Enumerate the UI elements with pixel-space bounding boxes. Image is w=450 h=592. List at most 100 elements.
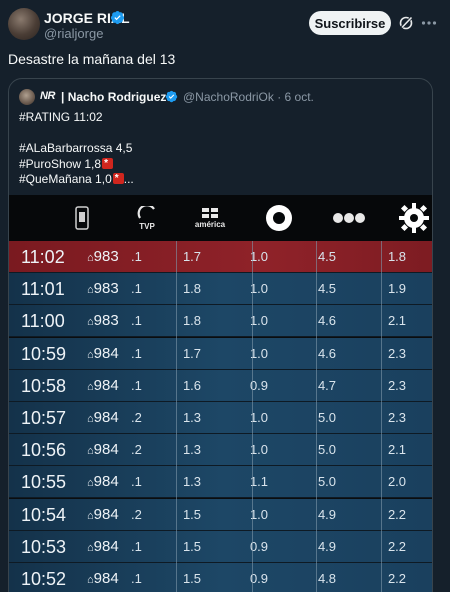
row-rating-c2: 1.3 bbox=[182, 474, 202, 490]
row-rating-c3: 0.9 bbox=[249, 571, 269, 586]
quote-line-text: #PuroShow 1,8 bbox=[19, 156, 102, 171]
subscribe-button[interactable]: Suscribirse bbox=[309, 11, 391, 35]
rating-row: 10:52 ⌂984 .1 1.5 0.9 4.8 2.2 bbox=[9, 563, 432, 592]
row-rating-c2: 1.7 bbox=[182, 249, 202, 264]
column-divider bbox=[316, 241, 317, 592]
tv-rating-photo[interactable]: TVP américa 11:02 ⌂983.1 1.7 1.0 4.5 1.8 11:01… bbox=[9, 195, 432, 592]
households-value: 984 bbox=[93, 441, 119, 459]
households-value: 983 bbox=[93, 280, 119, 298]
row-rating-c5: 1.9 bbox=[387, 281, 407, 297]
households-value: 984 bbox=[93, 409, 119, 426]
column-divider bbox=[252, 241, 253, 592]
row-rating-c4: 4.7 bbox=[317, 377, 337, 393]
grok-icon[interactable] bbox=[398, 15, 414, 31]
rating-row: 10:57 ⌂984 .2 1.3 1.0 5.0 2.3 bbox=[9, 402, 432, 434]
row-time: 10:53 bbox=[21, 536, 67, 557]
row-rating-c1: .1 bbox=[131, 571, 142, 586]
quote-author-name: | Nacho Rodriguez bbox=[61, 90, 167, 104]
row-rating-c3: 1.0 bbox=[249, 345, 269, 361]
row-rating-c4: 4.9 bbox=[317, 538, 337, 554]
rating-row: 11:01 ⌂983 .1 1.8 1.0 4.5 1.9 bbox=[9, 273, 432, 306]
row-rating-c5: 2.0 bbox=[387, 474, 407, 490]
row-time: 11:01 bbox=[21, 279, 65, 300]
row-households: ⌂984 bbox=[87, 338, 119, 370]
quote-line-blank bbox=[19, 126, 134, 142]
row-households: ⌂984 bbox=[87, 531, 119, 563]
author-avatar[interactable] bbox=[8, 8, 40, 40]
row-rating-c2: 1.7 bbox=[182, 345, 202, 361]
row-rating-c5: 2.2 bbox=[387, 506, 407, 522]
row-rating-c4: 5.0 bbox=[317, 442, 337, 458]
row-rating-c5: 2.1 bbox=[387, 313, 407, 329]
row-rating-c1: .1 bbox=[131, 474, 142, 490]
row-households: ⌂984 bbox=[87, 499, 119, 531]
column-divider bbox=[176, 241, 177, 592]
tweet-header: JORGE RIAL @rialjorge Suscribirse bbox=[0, 0, 450, 48]
row-rating-c5: 2.3 bbox=[387, 410, 407, 425]
siren-emoji-icon bbox=[112, 171, 124, 187]
row-rating-c2: 1.5 bbox=[182, 506, 202, 522]
siren-emoji-icon bbox=[102, 156, 114, 171]
row-rating-c4: 4.8 bbox=[317, 571, 337, 586]
households-value: 984 bbox=[93, 376, 119, 394]
row-rating-c1: .1 bbox=[131, 249, 142, 264]
row-rating-c1: .1 bbox=[131, 313, 142, 329]
row-rating-c5: 2.2 bbox=[387, 538, 407, 554]
row-rating-c2: 1.5 bbox=[182, 571, 202, 586]
channel-logo-bar: TVP américa bbox=[9, 195, 432, 241]
row-rating-c4: 4.5 bbox=[317, 249, 337, 264]
row-rating-c1: .2 bbox=[131, 410, 142, 425]
row-time: 10:52 bbox=[21, 569, 67, 589]
rating-row: 10:58 ⌂984 .1 1.6 0.9 4.7 2.3 bbox=[9, 369, 432, 402]
author-handle[interactable]: @rialjorge bbox=[44, 26, 103, 41]
house-icon: ⌂ bbox=[87, 380, 94, 393]
house-icon: ⌂ bbox=[87, 413, 94, 425]
quote-ellipsis: ... bbox=[123, 172, 134, 186]
quote-line: #QueMañana 1,0... bbox=[19, 171, 134, 188]
house-icon: ⌂ bbox=[87, 509, 94, 522]
row-rating-c1: .2 bbox=[131, 506, 142, 522]
row-time: 11:02 bbox=[21, 247, 65, 267]
house-icon: ⌂ bbox=[87, 445, 94, 458]
more-options-icon[interactable] bbox=[420, 14, 438, 32]
row-rating-c5: 2.3 bbox=[387, 377, 407, 393]
row-households: ⌂983 bbox=[87, 305, 119, 337]
row-households: ⌂984 bbox=[87, 563, 119, 592]
row-households: ⌂984 bbox=[87, 434, 119, 466]
row-rating-c2: 1.8 bbox=[182, 281, 202, 297]
row-rating-c4: 4.9 bbox=[317, 506, 337, 522]
row-rating-c1: .1 bbox=[131, 538, 142, 554]
households-value: 984 bbox=[93, 570, 119, 587]
rating-row: 10:59 ⌂984 .1 1.7 1.0 4.6 2.3 bbox=[9, 337, 432, 370]
row-rating-c4: 5.0 bbox=[317, 474, 337, 490]
row-rating-c2: 1.3 bbox=[182, 442, 202, 458]
quote-line: #ALaBarbarrossa 4,5 bbox=[19, 141, 133, 155]
america-logo: américa bbox=[187, 195, 233, 241]
quote-line: #RATING 11:02 bbox=[19, 110, 103, 124]
rating-row: 11:00 ⌂983 .1 1.8 1.0 4.6 2.1 bbox=[9, 305, 432, 338]
rating-row: 10:56 ⌂984 .2 1.3 1.0 5.0 2.1 bbox=[9, 434, 432, 467]
row-rating-c1: .1 bbox=[131, 345, 142, 361]
row-time: 10:58 bbox=[21, 375, 67, 396]
quote-author-logo: NR bbox=[40, 90, 55, 102]
row-rating-c4: 4.5 bbox=[317, 281, 337, 297]
row-rating-c3: 0.9 bbox=[249, 538, 269, 554]
rating-row: 10:53 ⌂984 .1 1.5 0.9 4.9 2.2 bbox=[9, 530, 432, 563]
quote-line: #PuroShow 1,8 bbox=[19, 156, 134, 173]
telefe-logo bbox=[259, 195, 299, 241]
house-icon: ⌂ bbox=[87, 316, 94, 329]
row-time: 10:56 bbox=[21, 440, 67, 461]
house-icon: ⌂ bbox=[87, 348, 94, 361]
row-rating-c4: 4.6 bbox=[317, 313, 337, 329]
households-value: 984 bbox=[93, 505, 119, 523]
row-rating-c5: 1.8 bbox=[387, 249, 407, 264]
row-rating-c3: 1.0 bbox=[249, 249, 269, 264]
row-rating-c4: 5.0 bbox=[317, 410, 337, 425]
households-value: 984 bbox=[93, 537, 119, 555]
column-divider bbox=[381, 241, 382, 592]
row-rating-c2: 1.5 bbox=[182, 538, 202, 554]
row-rating-c2: 1.6 bbox=[182, 377, 202, 393]
row-households: ⌂984 bbox=[87, 466, 119, 498]
quoted-tweet[interactable]: NR | Nacho Rodriguez @NachoRodriOk · 6 o… bbox=[8, 78, 433, 592]
quote-line-text: #QueMañana 1,0 bbox=[19, 172, 112, 186]
